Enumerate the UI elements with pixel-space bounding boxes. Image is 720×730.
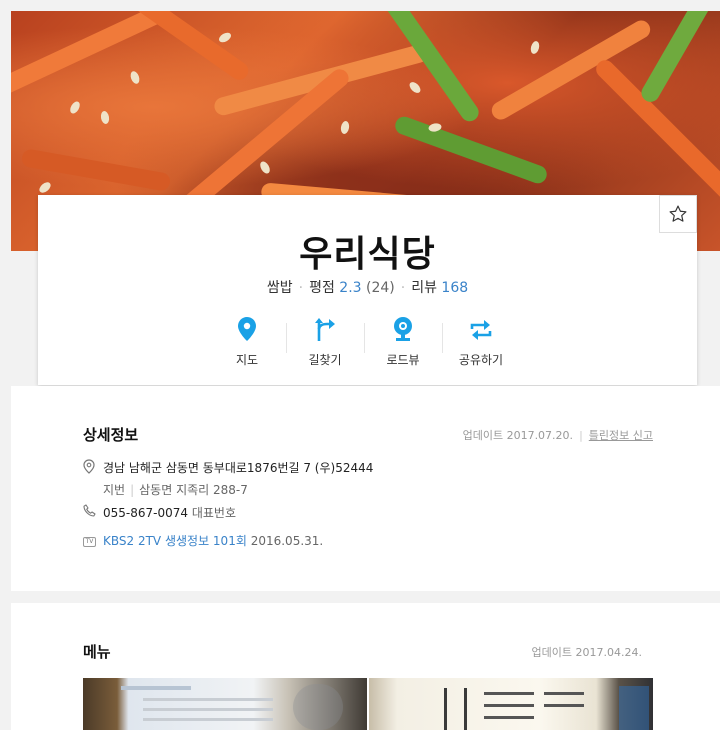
directions-icon [315,318,335,341]
directions-button[interactable]: 길찾기 [286,313,364,368]
tv-date: 2016.05.31. [250,534,324,548]
phone-label: 대표번호 [191,506,237,520]
roadview-button[interactable]: 로드뷰 [364,313,442,368]
detail-section-title: 상세정보 [83,426,139,444]
tv-row: TV KBS2 2TV 생생정보 101회 2016.05.31. [83,532,323,549]
rating-count: (24) [366,280,395,296]
share-label: 공유하기 [458,353,504,367]
phone-row: 055-867-0074 대표번호 [83,504,236,521]
tv-program-link[interactable]: KBS2 2TV 생생정보 101회 [103,534,247,548]
place-title: 우리식당 [299,234,436,275]
star-icon [669,205,687,222]
review-count: 168 [441,280,469,296]
tv-icon: TV [83,537,96,547]
address-row: 경남 남해군 삼동면 동부대로1876번길 7 (우)52444 지번 | 삼동면 … [83,459,373,498]
detail-update-info: 업데이트 2017.07.20. | 틀린정보 신고 [462,429,653,442]
phone-number[interactable]: 055-867-0074 [103,506,188,520]
share-button[interactable]: 공유하기 [442,313,520,368]
roadview-icon [394,317,412,341]
roadview-label: 로드뷰 [386,353,420,367]
rating-value: 2.3 [339,280,362,296]
directions-label: 길찾기 [308,353,342,367]
rating-link[interactable]: 평점 2.3 (24) [309,280,395,296]
phone-icon [83,504,96,517]
menu-section-title: 메뉴 [83,643,111,661]
lot-label: 지번 [103,483,126,497]
lot-address: 삼동면 지족리 288-7 [139,483,248,497]
share-icon [470,320,492,340]
menu-photo[interactable] [83,678,367,730]
place-meta: 쌈밥 · 평점 2.3 (24) · 리뷰 168 [266,280,469,296]
review-link[interactable]: 리뷰 168 [411,280,468,296]
detail-panel: 상세정보 업데이트 2017.07.20. | 틀린정보 신고 경남 남해군 삼동면… [11,386,720,591]
category: 쌈밥 [266,280,293,296]
location-pin-icon [83,459,95,474]
map-label: 지도 [235,353,259,367]
map-button[interactable]: 지도 [208,313,286,368]
place-summary-card: 우리식당 쌈밥 · 평점 2.3 (24) · 리뷰 168 지도 길찾기 로드… [38,195,697,385]
action-bar: 지도 길찾기 로드뷰 공유하기 [208,313,520,368]
menu-photo-strip [83,678,653,730]
report-error-link[interactable]: 틀린정보 신고 [589,429,653,442]
menu-panel: 메뉴 업데이트 2017.04.24. [11,603,720,730]
menu-photo[interactable] [369,678,653,730]
map-pin-icon [238,317,256,341]
detail-updated-date: 업데이트 2017.07.20. [462,429,574,442]
menu-updated-date: 업데이트 2017.04.24. [531,646,642,659]
road-address: 경남 남해군 삼동면 동부대로1876번길 7 (우)52444 [103,461,374,475]
